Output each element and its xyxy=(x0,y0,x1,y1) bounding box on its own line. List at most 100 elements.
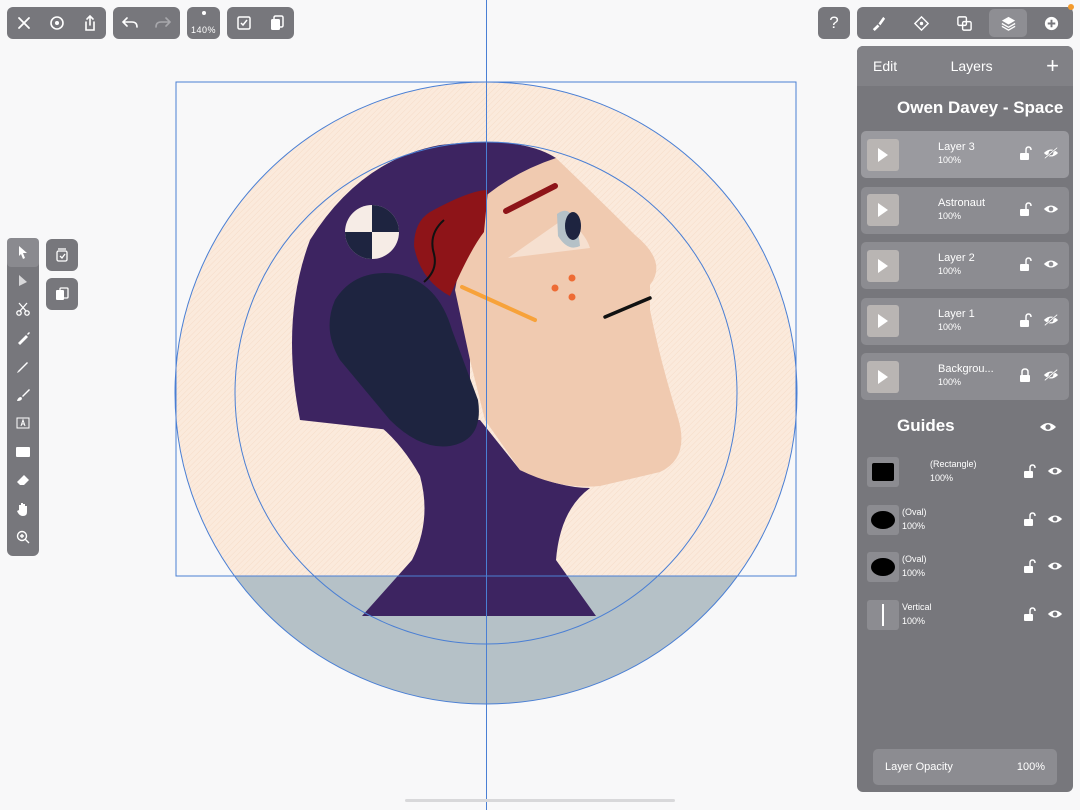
tool-select[interactable] xyxy=(7,238,39,267)
guides-visibility-button[interactable] xyxy=(1039,420,1057,439)
paste-button[interactable] xyxy=(46,278,78,310)
lock-icon xyxy=(1020,368,1030,382)
select-all-button[interactable] xyxy=(228,7,260,39)
layers-panel-header: Edit Layers + xyxy=(857,46,1073,86)
copy-pages-icon xyxy=(56,287,69,300)
document-title: Owen Davey - Space xyxy=(897,98,1064,117)
layer-row[interactable]: Backgrou... 100% xyxy=(861,353,1069,400)
close-button[interactable] xyxy=(8,7,40,39)
canvas-scroll-indicator[interactable] xyxy=(405,799,675,802)
guide-lock-toggle[interactable] xyxy=(1021,463,1037,484)
layer-row[interactable]: Layer 1 100% xyxy=(861,297,1069,345)
unlock-icon xyxy=(1020,146,1032,160)
add-layer-button[interactable]: + xyxy=(1046,53,1059,79)
play-icon xyxy=(878,258,888,273)
redo-icon xyxy=(155,17,172,28)
guide-thumbnail[interactable] xyxy=(867,599,899,630)
guide-visibility-toggle[interactable] xyxy=(1047,463,1063,484)
zoom-control[interactable]: 140% xyxy=(187,7,220,39)
tool-palette xyxy=(7,238,39,556)
guide-controls xyxy=(1021,558,1063,579)
guide-visibility-toggle[interactable] xyxy=(1047,606,1063,627)
layer-lock-toggle[interactable] xyxy=(1017,367,1033,388)
layer-visibility-toggle[interactable] xyxy=(1043,367,1059,388)
undo-icon xyxy=(121,17,138,28)
guide-thumbnail[interactable] xyxy=(867,457,899,487)
help-button[interactable]: ? xyxy=(818,7,850,39)
guide-visibility-toggle[interactable] xyxy=(1047,511,1063,532)
layer-visibility-toggle[interactable] xyxy=(1043,312,1059,333)
tool-pen[interactable] xyxy=(7,324,39,353)
file-toolbar xyxy=(7,7,106,39)
undo-button[interactable] xyxy=(114,7,146,39)
settings-button[interactable] xyxy=(41,7,73,39)
guide-row[interactable]: (Rectangle) 100% xyxy=(857,449,1073,496)
layer-opacity-label: Layer Opacity xyxy=(885,761,953,773)
guide-row[interactable]: Vertical 100% xyxy=(857,592,1073,639)
tool-eraser[interactable] xyxy=(7,466,39,495)
guide-visibility-toggle[interactable] xyxy=(1047,558,1063,579)
layer-lock-toggle[interactable] xyxy=(1017,145,1033,166)
tool-pencil[interactable] xyxy=(7,352,39,381)
select-behind-button[interactable] xyxy=(46,239,78,271)
tool-text[interactable] xyxy=(7,409,39,438)
guide-thumbnail[interactable] xyxy=(867,552,899,582)
layer-visibility-toggle[interactable] xyxy=(1043,201,1059,222)
pointer-icon xyxy=(19,246,27,260)
history-toolbar xyxy=(113,7,180,39)
share-button[interactable] xyxy=(74,7,106,39)
layer-visibility-toggle[interactable] xyxy=(1043,145,1059,166)
hand-icon xyxy=(17,502,27,516)
redo-button[interactable] xyxy=(147,7,179,39)
tab-add[interactable] xyxy=(1032,9,1070,37)
guide-lock-toggle[interactable] xyxy=(1021,606,1037,627)
layer-lock-toggle[interactable] xyxy=(1017,201,1033,222)
tab-style[interactable] xyxy=(903,9,941,37)
checkbox-icon xyxy=(237,16,251,30)
guide-thumbnail[interactable] xyxy=(867,504,899,535)
layer-thumbnail[interactable] xyxy=(867,194,899,226)
duplicate-button[interactable] xyxy=(261,7,293,39)
guide-row[interactable]: (Oval) 100% xyxy=(857,497,1073,544)
node-pointer-icon xyxy=(19,274,27,286)
layer-thumbnail[interactable] xyxy=(867,305,899,337)
layer-controls xyxy=(1017,367,1059,388)
tab-arrange[interactable] xyxy=(946,9,984,37)
stack-check-icon xyxy=(56,248,68,262)
layer-lock-toggle[interactable] xyxy=(1017,312,1033,333)
guide-name: (Oval) xyxy=(902,506,927,517)
tool-brush[interactable] xyxy=(7,381,39,410)
guide-lock-toggle[interactable] xyxy=(1021,511,1037,532)
layer-thumbnail[interactable] xyxy=(867,360,899,393)
share-icon xyxy=(84,14,95,31)
tool-shape[interactable] xyxy=(7,438,39,467)
layer-thumbnail[interactable] xyxy=(867,138,899,171)
eye-hidden-icon xyxy=(1043,146,1059,160)
plus-circle-icon xyxy=(1044,16,1058,30)
eye-icon xyxy=(1047,514,1063,523)
panel-tabs xyxy=(857,7,1073,39)
edit-button[interactable]: Edit xyxy=(873,58,897,74)
layer-visibility-toggle[interactable] xyxy=(1043,256,1059,277)
layer-row[interactable]: Layer 3 100% xyxy=(861,131,1069,178)
guide-lock-toggle[interactable] xyxy=(1021,558,1037,579)
layer-row[interactable]: Layer 2 100% xyxy=(861,242,1069,289)
layer-opacity: 100% xyxy=(938,266,962,276)
tab-layers[interactable] xyxy=(989,9,1028,37)
unlock-icon xyxy=(1020,201,1032,216)
layer-opacity-slider[interactable]: Layer Opacity 100% xyxy=(873,749,1057,785)
tool-zoom[interactable] xyxy=(7,523,39,552)
tool-hand[interactable] xyxy=(7,495,39,524)
play-icon xyxy=(878,147,888,162)
tab-brush-settings[interactable] xyxy=(860,9,898,37)
pen-icon xyxy=(18,331,30,345)
oval-shape-icon xyxy=(871,558,895,576)
layer-thumbnail[interactable] xyxy=(867,249,899,282)
layer-lock-toggle[interactable] xyxy=(1017,256,1033,277)
unlock-icon xyxy=(1024,606,1036,621)
guide-row[interactable]: (Oval) 100% xyxy=(857,544,1073,591)
tool-scissors[interactable] xyxy=(7,295,39,324)
tool-node[interactable] xyxy=(7,267,39,296)
layer-row[interactable]: Astronaut 100% xyxy=(861,186,1069,234)
eye-icon xyxy=(1047,609,1063,618)
